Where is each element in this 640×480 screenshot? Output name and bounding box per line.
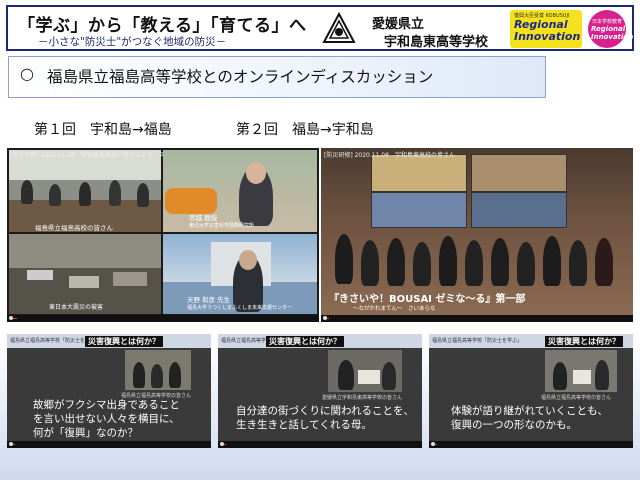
regional-innovation-circle-logo: 日本学校教育 Regional Innovation xyxy=(588,10,633,48)
video-tile-amano: 天野 和彦 先生 福島大学うつくしまふくしま未来支援センター xyxy=(163,234,317,314)
play-icon[interactable] xyxy=(9,316,13,320)
card-line-2: 生き生きと話してくれる母。 xyxy=(236,419,372,431)
header-title: 「学ぶ」から「教える」「育てる」へ xyxy=(18,16,307,36)
card-question: 災害復興とは何か？ xyxy=(266,336,344,347)
play-icon[interactable] xyxy=(323,316,327,320)
session-1-label: 第１回 宇和島→福島 xyxy=(34,122,172,138)
video-tile-fukushima-classroom: 福島県立福島高校の皆さん xyxy=(9,150,161,232)
header-banner: 「学ぶ」から「教える」「育てる」へ －小さな"防災士"がつなぐ地域の防災－ 愛媛… xyxy=(6,5,634,51)
play-icon[interactable] xyxy=(9,442,13,446)
card-line-2: を言い出せない人々を横目に、 xyxy=(33,413,180,425)
video-controls-right[interactable] xyxy=(321,315,633,322)
circle-main-line2: Innovation xyxy=(591,33,634,41)
session-2-label: 第２回 福島→宇和島 xyxy=(236,122,374,138)
discussion-card-1[interactable]: 福島県立福島高等学校「防災士を学ぶ」 災害復興とは何か？ 福島県立福島高等学校の… xyxy=(7,334,211,448)
card-controls[interactable] xyxy=(7,441,211,448)
caption-professor-name: 宮城 教授 xyxy=(189,214,218,222)
section-heading: 福島県立福島高等学校とのオンラインディスカッション xyxy=(47,68,434,86)
video-tile-disaster-photo: 東日本大震災の被害 xyxy=(9,234,161,314)
event-caption-sub: ～ながかれまてん～ さいあらな xyxy=(353,306,436,312)
play-icon[interactable] xyxy=(431,442,435,446)
caption-amano-org: 福島大学うつくしまふくしま未来支援センター xyxy=(187,305,293,311)
card-band-text: 福島県立福島高等学校「防災士を学ぶ」 xyxy=(432,338,523,344)
circle-main-line1: Regional xyxy=(591,25,626,33)
card-message: 自分達の街づくりに関われることを、 生き生きと話してくれる母。 xyxy=(236,404,414,432)
header-subtitle: －小さな"防災士"がつなぐ地域の防災－ xyxy=(38,36,227,48)
section-bullet: ○ xyxy=(20,64,34,83)
card-line-3: 何が「復興」なのか？ xyxy=(33,427,138,439)
caption-disaster: 東日本大震災の被害 xyxy=(49,304,104,311)
card-message: 故郷がフクシマ出身であること を言い出せない人々を横目に、 何が「復興」なのか？ xyxy=(33,398,180,440)
school-prefecture: 愛媛県立 xyxy=(372,17,425,32)
card-speaker: 福島県立福島高等学校の皆さん xyxy=(541,395,612,401)
school-name: 宇和島東高等学校 xyxy=(384,35,489,50)
video-tile-professor: 宮城 教授 東北大学災害科学国際研究所 xyxy=(163,150,317,232)
badge-main-text: Regional Innovation xyxy=(514,19,580,43)
card-question: 災害復興とは何か？ xyxy=(85,336,163,347)
card-line-2: 復興の一つの形なのかも。 xyxy=(451,419,577,431)
card-video-thumb xyxy=(328,350,402,392)
video-tag-right: [防災研修] 2020.11.08 宇和島東高校の皆さん xyxy=(324,152,455,159)
card-question: 災害復興とは何か？ xyxy=(545,336,623,347)
circle-main-text: Regional Innovation xyxy=(591,25,633,41)
school-emblem-icon xyxy=(322,12,356,43)
event-caption: 『きさいや！BOUSAI ゼミな～る』第一部 xyxy=(329,294,526,305)
caption-fukushima-students: 福島県立福島高校の皆さん xyxy=(35,224,113,232)
card-message: 体験が語り継がれていくことも、 復興の一つの形なのかも。 xyxy=(451,404,608,432)
card-speaker: 愛媛県立宇和島東高等学校の皆さん xyxy=(322,395,403,401)
card-controls[interactable] xyxy=(429,441,633,448)
card-video-thumb xyxy=(545,350,617,392)
card-video-thumb xyxy=(125,350,191,390)
card-line-1: 故郷がフクシマ出身であること xyxy=(33,399,180,411)
card-line-1: 体験が語り継がれていくことも、 xyxy=(451,405,608,417)
badge-main-line2: Innovation xyxy=(514,30,581,43)
video-controls-left[interactable] xyxy=(7,315,319,322)
caption-professor-org: 東北大学災害科学国際研究所 xyxy=(189,223,255,229)
card-controls[interactable] xyxy=(218,441,422,448)
circle-top-text: 日本学校教育 xyxy=(592,19,623,25)
discussion-card-2[interactable]: 福島県立福島高等学校「防災士を学ぶ」 災害復興とは何か？ 愛媛県立宇和島東高等学… xyxy=(218,334,422,448)
discussion-card-3[interactable]: 福島県立福島高等学校「防災士を学ぶ」 災害復興とは何か？ 福島県立福島高等学校の… xyxy=(429,334,633,448)
session-1-video[interactable]: 福島県立福島高校の皆さん [防災研修] 2020.11.08 宇和島東高校の皆さ… xyxy=(7,148,319,322)
regional-innovation-badge: 復興大臣受賞 KOBUSUJI Regional Innovation xyxy=(510,10,582,48)
slide: 「学ぶ」から「教える」「育てる」へ －小さな"防災士"がつなぐ地域の防災－ 愛媛… xyxy=(0,0,640,480)
session-2-video[interactable]: [防災研修] 2020.11.08 宇和島東高校の皆さん 『きさいや！BOUSA… xyxy=(321,148,633,322)
section-heading-box: ○ 福島県立福島高等学校とのオンラインディスカッション xyxy=(8,56,546,98)
play-icon[interactable] xyxy=(220,442,224,446)
card-line-1: 自分達の街づくりに関われることを、 xyxy=(236,405,414,417)
caption-amano-name: 天野 和彦 先生 xyxy=(187,296,231,304)
